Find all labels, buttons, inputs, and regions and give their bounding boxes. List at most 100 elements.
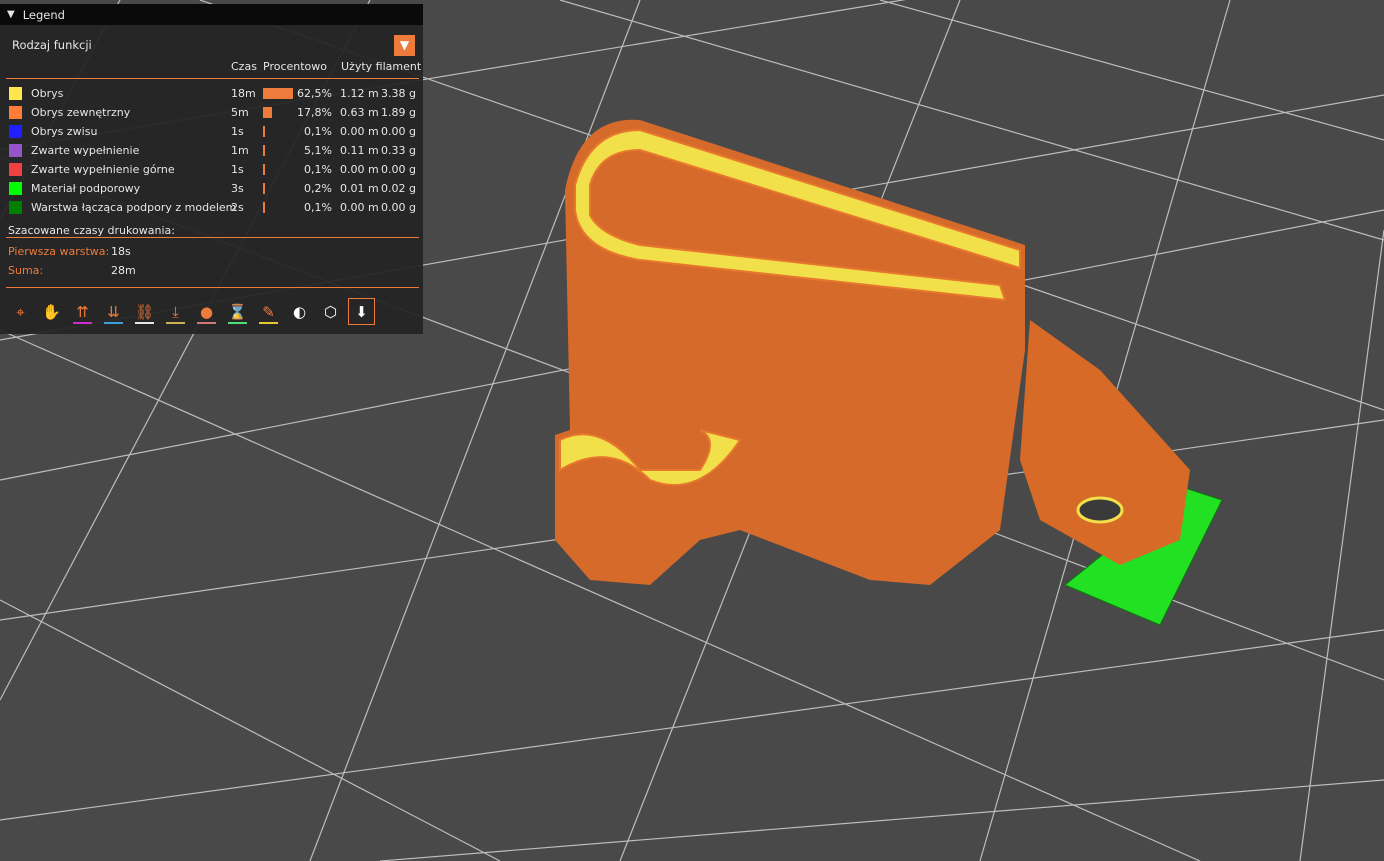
shells-icon: ⬡ [323, 302, 338, 321]
header-time: Czas [231, 60, 257, 73]
feature-percent: 0,1% [304, 163, 332, 176]
seams-icon: ⛓ [134, 302, 155, 321]
first-layer-value: 18s [111, 245, 131, 258]
legend-row[interactable]: Zwarte wypełnienie górne 1s 0,1% 0.00 m … [0, 161, 423, 180]
feature-percent: 62,5% [297, 87, 332, 100]
feature-length: 0.01 m [340, 182, 379, 195]
feature-length: 0.00 m [340, 125, 379, 138]
feature-time: 1m [231, 144, 249, 157]
legend-row[interactable]: Zwarte wypełnienie 1m 5,1% 0.11 m 0.33 g [0, 142, 423, 161]
percent-bar [263, 202, 265, 213]
percent-bar [263, 183, 265, 194]
custom-gcode-toggle[interactable]: ✎ [256, 299, 281, 324]
legend-row[interactable]: Warstwa łącząca podpory z modelem 2s 0,1… [0, 199, 423, 218]
tool-changes-toggle[interactable]: ⤓ [163, 299, 188, 324]
wipe-icon: ✋ [42, 302, 61, 321]
retractions-toggle[interactable]: ⇈ [70, 299, 95, 324]
underline-marker [197, 322, 216, 324]
feature-percent: 0,2% [304, 182, 332, 195]
feature-weight: 0.02 g [381, 182, 416, 195]
feature-weight: 0.00 g [381, 125, 416, 138]
percent-bar [263, 126, 265, 137]
feature-time: 18m [231, 87, 256, 100]
color-swatch [9, 201, 22, 214]
feature-length: 0.11 m [340, 144, 379, 157]
percent-bar [263, 107, 272, 118]
feature-name: Materiał podporowy [31, 182, 141, 195]
feature-time: 5m [231, 106, 249, 119]
center-of-gravity-icon: ◐ [292, 302, 307, 321]
first-layer-time: Pierwsza warstwa: 18s [8, 245, 131, 258]
feature-name: Zwarte wypełnienie [31, 144, 140, 157]
deretractions-icon: ⇊ [107, 302, 120, 321]
collapse-triangle-icon[interactable]: ▼ [7, 9, 15, 20]
custom-gcode-icon: ✎ [262, 302, 275, 321]
underline-marker [228, 322, 247, 324]
underline-marker [166, 322, 185, 324]
view-type-combo[interactable]: Rodzaj funkcji ▼ [0, 31, 423, 59]
underline-marker [104, 322, 123, 324]
center-of-gravity-toggle[interactable]: ◐ [287, 299, 312, 324]
divider [6, 78, 419, 79]
color-changes-icon: ● [199, 302, 214, 321]
color-swatch [9, 87, 22, 100]
feature-percent: 0,1% [304, 201, 332, 214]
feature-percent: 17,8% [297, 106, 332, 119]
feature-length: 0.63 m [340, 106, 379, 119]
feature-weight: 0.00 g [381, 163, 416, 176]
divider [6, 287, 419, 288]
percent-bar [263, 164, 265, 175]
feature-name: Obrys [31, 87, 64, 100]
deretractions-toggle[interactable]: ⇊ [101, 299, 126, 324]
underline-marker [73, 322, 92, 324]
feature-name: Obrys zwisu [31, 125, 98, 138]
tool-marker-icon: ⬇ [355, 302, 368, 321]
feature-weight: 0.00 g [381, 201, 416, 214]
color-swatch [9, 182, 22, 195]
options-toolbar: ⌖ ✋ ⇈ ⇊ ⛓ ⤓ ● ⌛ ✎ ◐ ⬡ ⬇ [8, 298, 375, 325]
dropdown-arrow-icon[interactable]: ▼ [394, 35, 415, 56]
wipe-toggle[interactable]: ✋ [39, 299, 64, 324]
legend-header[interactable]: ▼ Legend [0, 4, 423, 25]
retractions-icon: ⇈ [76, 302, 89, 321]
first-layer-label: Pierwsza warstwa: [8, 245, 110, 258]
total-label: Suma: [8, 264, 44, 277]
feature-name: Warstwa łącząca podpory z modelem [31, 201, 237, 214]
shells-toggle[interactable]: ⬡ [318, 299, 343, 324]
color-changes-toggle[interactable]: ● [194, 299, 219, 324]
feature-time: 1s [231, 163, 244, 176]
feature-weight: 3.38 g [381, 87, 416, 100]
color-swatch [9, 144, 22, 157]
header-filament: Użyty filament [341, 60, 422, 73]
feature-time: 2s [231, 201, 244, 214]
feature-weight: 0.33 g [381, 144, 416, 157]
legend-row[interactable]: Obrys zewnętrzny 5m 17,8% 0.63 m 1.89 g [0, 104, 423, 123]
view-type-value: Rodzaj funkcji [12, 38, 92, 52]
travel-toggle[interactable]: ⌖ [8, 299, 33, 324]
pause-toggle[interactable]: ⌛ [225, 299, 250, 324]
divider [6, 237, 419, 238]
legend-row[interactable]: Obrys 18m 62,5% 1.12 m 3.38 g [0, 85, 423, 104]
legend-row[interactable]: Materiał podporowy 3s 0,2% 0.01 m 0.02 g [0, 180, 423, 199]
feature-time: 3s [231, 182, 244, 195]
underline-marker [135, 322, 154, 324]
pause-icon: ⌛ [228, 302, 247, 321]
color-swatch [9, 163, 22, 176]
percent-bar [263, 88, 293, 99]
feature-percent: 5,1% [304, 144, 332, 157]
percent-bar [263, 145, 266, 156]
color-swatch [9, 125, 22, 138]
feature-length: 0.00 m [340, 201, 379, 214]
total-value: 28m [111, 264, 136, 277]
seams-toggle[interactable]: ⛓ [132, 299, 157, 324]
legend-panel: ▼ Legend Rodzaj funkcji ▼ Czas Procentow… [0, 4, 423, 334]
tool-marker-toggle[interactable]: ⬇ [348, 298, 375, 325]
underline-marker [259, 322, 278, 324]
feature-percent: 0,1% [304, 125, 332, 138]
tool-changes-icon: ⤓ [172, 302, 179, 321]
legend-row[interactable]: Obrys zwisu 1s 0,1% 0.00 m 0.00 g [0, 123, 423, 142]
feature-name: Zwarte wypełnienie górne [31, 163, 175, 176]
travel-icon: ⌖ [16, 302, 25, 321]
feature-length: 1.12 m [340, 87, 379, 100]
feature-time: 1s [231, 125, 244, 138]
